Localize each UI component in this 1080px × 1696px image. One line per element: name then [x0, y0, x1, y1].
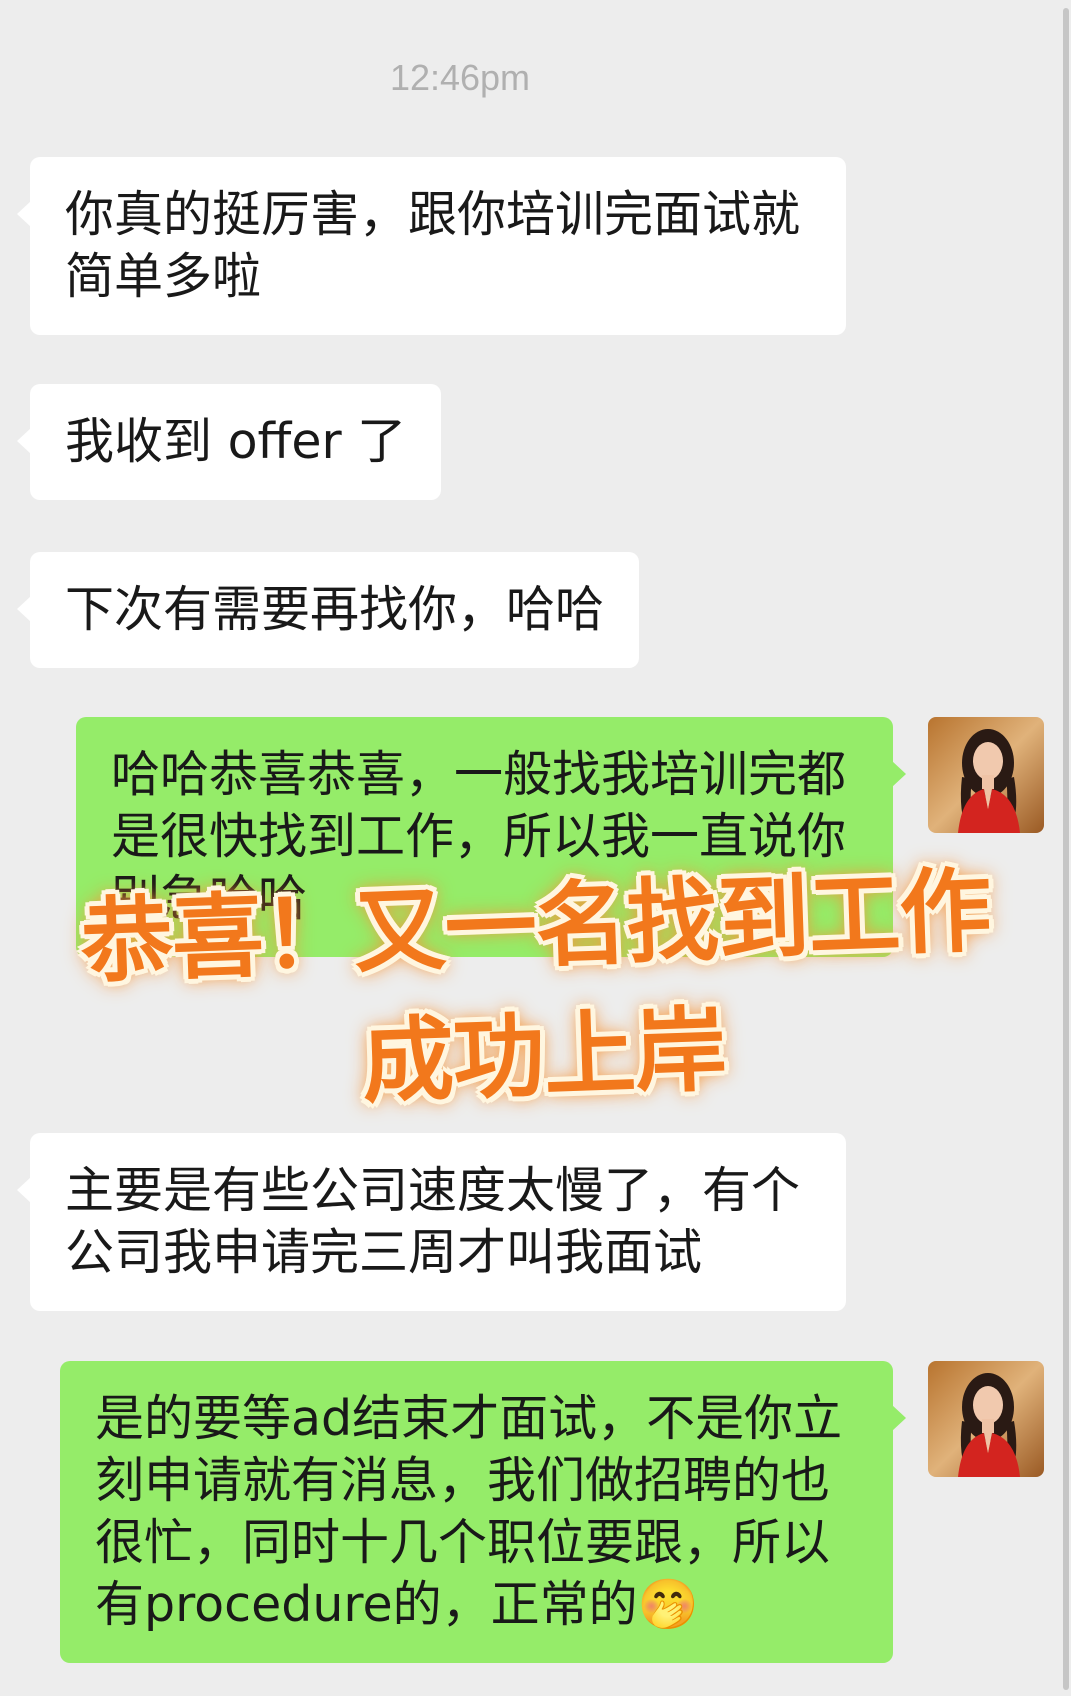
- message-timestamp: 12:46pm: [389, 57, 531, 98]
- incoming-message-bubble[interactable]: 我收到 offer 了: [16, 384, 442, 500]
- congratulation-overlay-subtitle: 成功上岸: [360, 996, 728, 1116]
- message-text: 是的要等ad结束才面试，不是你立刻申请就有消息，我们做招聘的也很忙，同时十几个职…: [95, 1390, 843, 1633]
- message-text: 下次有需要再找你，哈哈: [65, 581, 605, 638]
- incoming-message-bubble[interactable]: 下次有需要再找你，哈哈: [16, 552, 640, 668]
- avatar[interactable]: [928, 1361, 1044, 1477]
- incoming-message-bubble[interactable]: 你真的挺厉害，跟你培训完面试就简单多啦: [17, 157, 846, 335]
- avatar-photo: [928, 1361, 1044, 1477]
- message-text: 主要是有些公司速度太慢了，有个公司我申请完三周才叫我面试: [65, 1162, 801, 1281]
- message-text: 你真的挺厉害，跟你培训完面试就简单多啦: [65, 186, 801, 305]
- outgoing-message-bubble[interactable]: 是的要等ad结束才面试，不是你立刻申请就有消息，我们做招聘的也很忙，同时十几个职…: [60, 1361, 906, 1663]
- avatar-photo: [928, 717, 1044, 833]
- scrollbar[interactable]: [1063, 8, 1069, 1690]
- incoming-message-bubble[interactable]: 主要是有些公司速度太慢了，有个公司我申请完三周才叫我面试: [17, 1133, 846, 1311]
- screen-edge: [1071, 0, 1080, 1696]
- avatar[interactable]: [928, 717, 1044, 833]
- message-text: 我收到 offer 了: [65, 413, 407, 470]
